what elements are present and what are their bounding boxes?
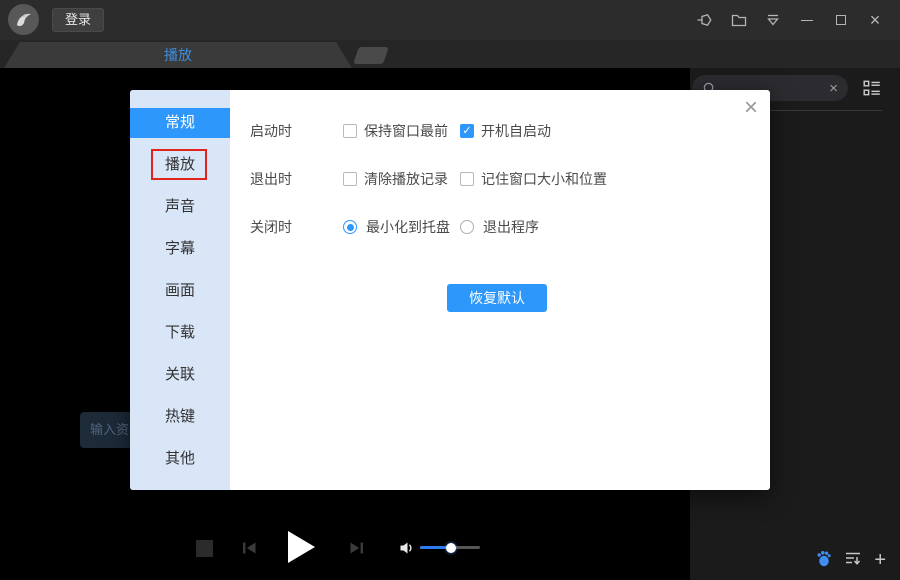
new-tab-button[interactable] (353, 47, 389, 64)
plus-icon: + (874, 549, 886, 571)
row-label: 退出时 (250, 169, 343, 189)
checkbox[interactable] (460, 124, 474, 138)
checkbox[interactable] (343, 172, 357, 186)
next-button[interactable] (348, 539, 366, 557)
sidebar-item-0[interactable]: 常规 (130, 108, 230, 138)
checkbox[interactable] (343, 124, 357, 138)
sidebar-item-5[interactable]: 下载 (130, 318, 230, 348)
restore-defaults-button[interactable]: 恢复默认 (447, 284, 547, 312)
sidebar-item-1[interactable]: 播放 (130, 150, 230, 180)
search-clear-icon[interactable]: × (829, 80, 838, 97)
option-label: 退出程序 (483, 217, 539, 237)
close-button[interactable]: × (866, 11, 884, 29)
option-autostart[interactable]: 开机自启动 (460, 121, 551, 141)
tabbar: 播放 (0, 40, 900, 68)
sidebar-item-7[interactable]: 热键 (130, 402, 230, 432)
dialog-content: 启动时 保持窗口最前 开机自启动 退出时 清除播放记录 记住 (230, 90, 770, 490)
folder-icon[interactable] (730, 11, 748, 29)
next-icon (348, 539, 366, 557)
volume-icon[interactable] (399, 540, 414, 556)
menu-dropdown-icon[interactable] (764, 11, 782, 29)
footprint-icon[interactable] (816, 549, 832, 572)
option-remember-window[interactable]: 记住窗口大小和位置 (460, 169, 607, 189)
checkbox[interactable] (460, 172, 474, 186)
close-icon: × (870, 11, 881, 29)
exit-row: 退出时 清除播放记录 记住窗口大小和位置 (250, 169, 770, 189)
maximize-button[interactable] (832, 11, 850, 29)
minimize-button[interactable] (798, 11, 816, 29)
row-label: 启动时 (250, 121, 343, 141)
list-view-toggle[interactable] (862, 78, 882, 98)
startup-row: 启动时 保持窗口最前 开机自启动 (250, 121, 770, 141)
radio[interactable] (343, 220, 357, 234)
settings-dialog: 常规播放声音字幕画面下载关联热键其他 × 启动时 保持窗口最前 开机自启动 退出… (130, 90, 770, 490)
volume-slider[interactable] (420, 542, 480, 553)
option-keep-window-top[interactable]: 保持窗口最前 (343, 121, 460, 141)
pin-icon[interactable] (696, 11, 714, 29)
dialog-sidebar: 常规播放声音字幕画面下载关联热键其他 (130, 90, 230, 490)
list-view-icon (862, 78, 882, 98)
option-label: 保持窗口最前 (364, 121, 448, 141)
bird-logo-icon (8, 4, 39, 35)
sidebar-item-2[interactable]: 声音 (130, 192, 230, 222)
tab-label: 播放 (164, 45, 192, 65)
app-logo[interactable] (8, 4, 39, 35)
option-clear-history[interactable]: 清除播放记录 (343, 169, 460, 189)
previous-icon (240, 539, 258, 557)
playlist-icon[interactable] (844, 549, 862, 572)
radio[interactable] (460, 220, 474, 234)
sidebar-item-3[interactable]: 字幕 (130, 234, 230, 264)
sidebar-item-8[interactable]: 其他 (130, 444, 230, 474)
stop-button[interactable] (196, 540, 213, 557)
login-button[interactable]: 登录 (52, 8, 104, 32)
previous-button[interactable] (240, 539, 258, 557)
play-button[interactable] (288, 531, 315, 563)
app-window: 登录 × (0, 0, 900, 580)
titlebar: 登录 × (0, 0, 900, 40)
option-label: 最小化到托盘 (366, 217, 450, 237)
option-label: 记住窗口大小和位置 (481, 169, 607, 189)
tab-playback[interactable]: 播放 (4, 42, 352, 68)
volume-thumb[interactable] (446, 543, 456, 553)
option-label: 开机自启动 (481, 121, 551, 141)
option-label: 清除播放记录 (364, 169, 448, 189)
sidebar-item-6[interactable]: 关联 (130, 360, 230, 390)
row-label: 关闭时 (250, 217, 343, 237)
add-button[interactable]: + (874, 551, 886, 571)
option-minimize-to-tray[interactable]: 最小化到托盘 (343, 217, 460, 237)
close-action-row: 关闭时 最小化到托盘 退出程序 (250, 217, 770, 237)
sidebar-item-4[interactable]: 画面 (130, 276, 230, 306)
option-exit-program[interactable]: 退出程序 (460, 217, 539, 237)
